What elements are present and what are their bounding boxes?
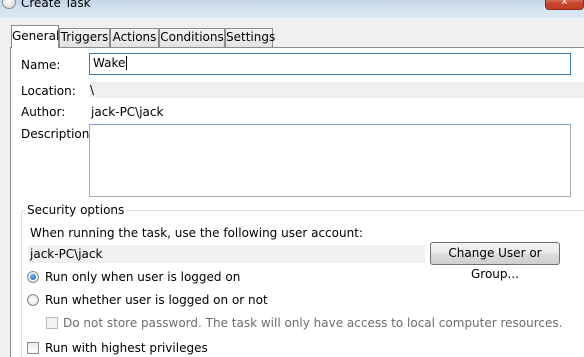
run-logged-on-radio[interactable] <box>27 271 39 283</box>
description-textarea[interactable] <box>89 124 571 197</box>
highest-privileges-checkbox[interactable] <box>27 342 39 354</box>
description-label: Description: <box>21 127 94 141</box>
security-options-title: Security options <box>25 203 127 217</box>
tab-general[interactable]: General <box>11 25 59 48</box>
location-value: \ <box>89 82 584 98</box>
run-whether-radio[interactable] <box>27 294 39 306</box>
tab-conditions[interactable]: Conditions <box>159 28 225 47</box>
tab-actions[interactable]: Actions <box>110 28 159 47</box>
name-input-value: Wake <box>93 56 126 70</box>
close-button[interactable]: x <box>545 0 584 10</box>
title-bar[interactable]: Create Task x <box>0 0 584 18</box>
user-account-value: jack-PC\jack <box>30 247 103 261</box>
name-input[interactable]: Wake <box>89 53 571 75</box>
highest-privileges-label[interactable]: Run with highest privileges <box>45 341 208 355</box>
run-whether-label[interactable]: Run whether user is logged on or not <box>45 293 268 307</box>
create-task-dialog: Create Task x General Triggers Actions C… <box>0 0 584 357</box>
task-clock-icon <box>2 0 16 9</box>
tab-triggers[interactable]: Triggers <box>59 28 110 47</box>
location-label: Location: <box>21 84 76 98</box>
radio-selected-dot <box>30 274 36 280</box>
tab-settings[interactable]: Settings <box>225 28 275 47</box>
name-label: Name: <box>21 58 61 72</box>
no-store-password-checkbox[interactable] <box>46 317 58 329</box>
run-logged-on-label[interactable]: Run only when user is logged on <box>45 270 240 284</box>
change-user-button[interactable]: Change User or Group... <box>430 242 560 281</box>
location-value-text: \ <box>90 83 95 97</box>
author-value: jack-PC\jack <box>91 105 164 119</box>
author-label: Author: <box>21 105 66 119</box>
account-prompt: When running the task, use the following… <box>30 226 363 240</box>
no-store-password-label[interactable]: Do not store password. The task will onl… <box>63 316 562 330</box>
user-account-field: jack-PC\jack <box>28 245 425 263</box>
window-title: Create Task <box>21 0 91 10</box>
